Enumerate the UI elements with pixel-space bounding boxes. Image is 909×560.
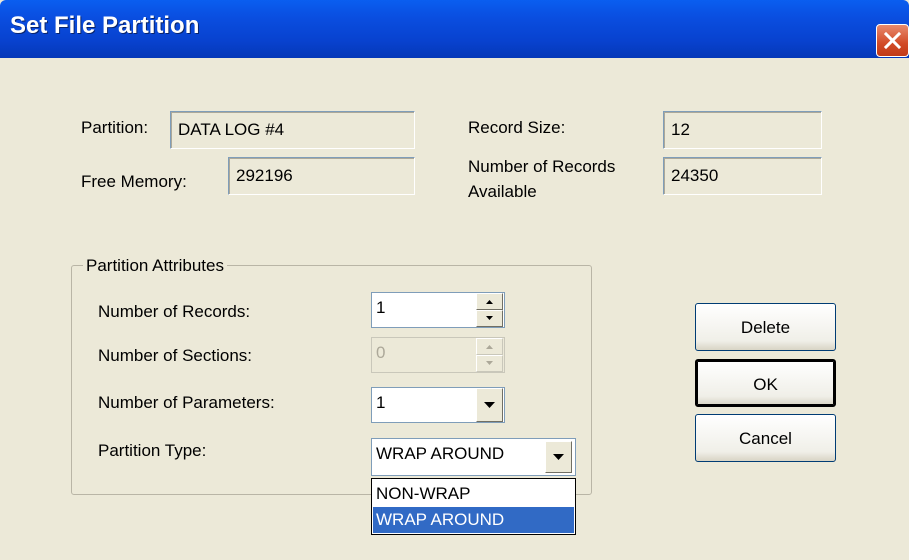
num-records-label: Number of Records: xyxy=(98,302,251,321)
record-size-label: Record Size: xyxy=(468,118,566,137)
window-title: Set File Partition xyxy=(10,12,200,39)
records-available-label-line2: Available xyxy=(468,182,537,201)
records-available-value: 24350 xyxy=(671,166,719,185)
arrow-up-icon xyxy=(486,345,493,349)
spin-down-button[interactable] xyxy=(476,355,503,372)
partition-type-value: WRAP AROUND xyxy=(376,444,505,463)
cancel-button[interactable]: Cancel xyxy=(695,414,836,462)
records-available-label-line1: Number of Records xyxy=(468,157,616,176)
records-available-field: 24350 xyxy=(663,157,822,195)
spin-up-button[interactable] xyxy=(476,293,503,310)
record-size-value: 12 xyxy=(671,120,690,139)
num-parameters-dropdown-button[interactable] xyxy=(476,388,503,422)
free-memory-value: 292196 xyxy=(236,166,293,185)
num-records-spinner[interactable] xyxy=(476,293,503,327)
option-wrap-around[interactable]: WRAP AROUND xyxy=(373,507,574,533)
arrow-up-icon xyxy=(486,300,493,304)
spin-down-button[interactable] xyxy=(476,310,503,327)
partition-type-label: Partition Type: xyxy=(98,441,207,460)
free-memory-field: 292196 xyxy=(228,157,415,195)
partition-label: Partition: xyxy=(81,118,149,137)
option-non-wrap[interactable]: NON-WRAP xyxy=(373,481,574,507)
partition-attributes-legend: Partition Attributes xyxy=(83,256,227,276)
num-records-value: 1 xyxy=(376,298,386,317)
record-size-field: 12 xyxy=(663,111,822,149)
partition-type-dropdown-button[interactable] xyxy=(545,441,572,473)
delete-button[interactable]: Delete xyxy=(695,303,836,351)
close-button[interactable] xyxy=(876,24,909,57)
partition-field: DATA LOG #4 xyxy=(170,111,415,149)
arrow-down-icon xyxy=(486,361,493,365)
ok-button[interactable]: OK xyxy=(695,359,836,407)
num-parameters-value: 1 xyxy=(376,393,386,412)
num-parameters-label: Number of Parameters: xyxy=(98,393,275,412)
close-icon xyxy=(883,31,902,50)
free-memory-label: Free Memory: xyxy=(81,172,187,191)
num-sections-value: 0 xyxy=(376,343,386,362)
num-sections-label: Number of Sections: xyxy=(98,346,253,365)
partition-value: DATA LOG #4 xyxy=(178,120,285,139)
num-sections-spinner[interactable] xyxy=(476,338,503,372)
arrow-down-icon xyxy=(486,316,493,320)
chevron-down-icon xyxy=(553,454,564,460)
spin-up-button[interactable] xyxy=(476,338,503,355)
partition-type-options-list: NON-WRAP WRAP AROUND xyxy=(371,478,576,535)
title-bar[interactable]: Set File Partition xyxy=(0,0,909,58)
chevron-down-icon xyxy=(484,402,495,408)
